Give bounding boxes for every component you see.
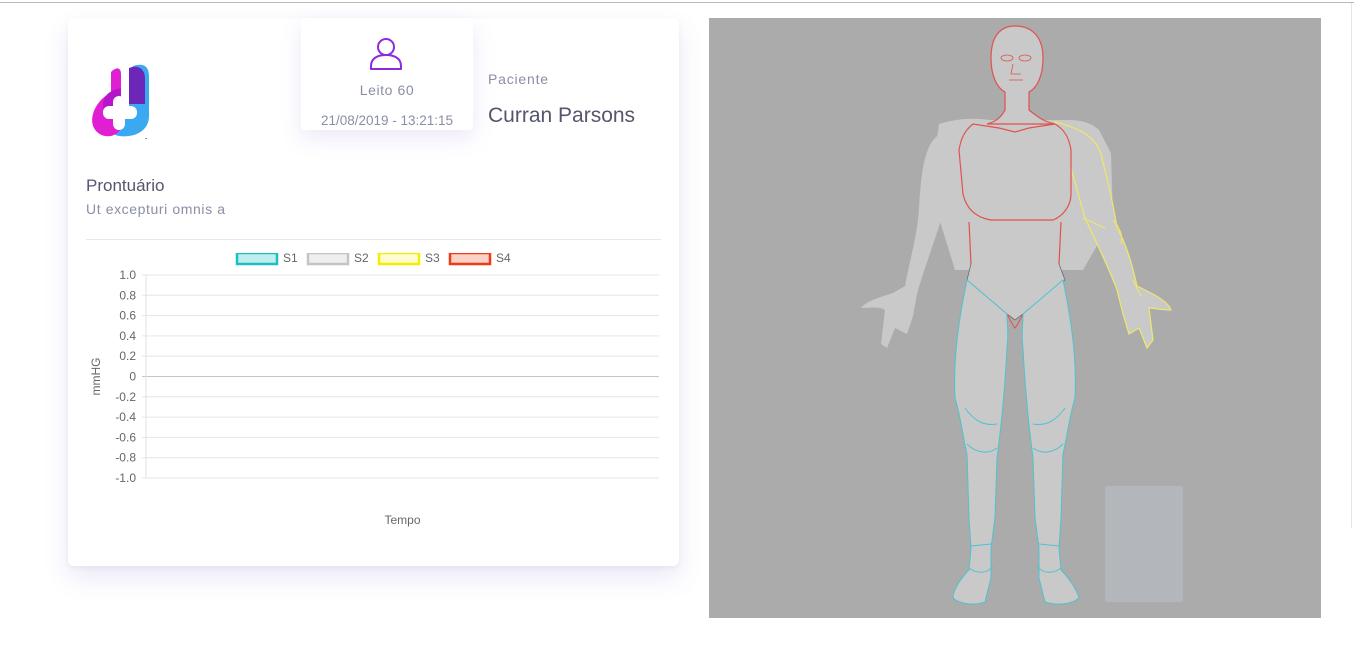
y-tick-label: -1.0: [115, 471, 136, 485]
x-axis-title: Tempo: [384, 513, 420, 527]
top-border: [0, 2, 1354, 3]
y-tick-label: 0.4: [119, 329, 136, 343]
y-tick-label: 0.2: [119, 349, 136, 363]
legend-swatch-s3: [377, 253, 421, 266]
y-tick-label: 1.0: [119, 268, 136, 282]
legend-swatch-s2: [306, 253, 350, 266]
right-scroll-edge: [1351, 3, 1352, 528]
patient-label: Paciente: [488, 71, 549, 87]
legend-label-s4: S4: [496, 253, 511, 265]
patient-name: Curran Parsons: [488, 104, 636, 127]
divider: [86, 239, 661, 240]
record-title: Prontuário: [86, 176, 165, 195]
y-tick-label: -0.6: [115, 430, 136, 444]
bed-label: Leito 60: [359, 82, 415, 98]
y-tick-label: -0.2: [115, 390, 136, 404]
bed-timestamp: 21/08/2019 - 13:21:15: [320, 113, 454, 128]
legend-swatch-s4: [448, 253, 492, 266]
user-outline-icon: [370, 38, 402, 70]
y-tick-label: 0.8: [119, 288, 136, 302]
patient-card: Leito 60 21/08/2019 - 13:21:15 Paciente …: [68, 18, 679, 566]
y-tick-label: 0.6: [119, 309, 136, 323]
legend-label-s3: S3: [425, 253, 440, 265]
legend-label-s1: S1: [283, 253, 298, 265]
y-tick-label: -0.4: [115, 410, 136, 424]
bed-info-box[interactable]: Leito 60 21/08/2019 - 13:21:15: [301, 18, 473, 130]
y-tick-label: -0.8: [115, 451, 136, 465]
body-map-panel: [709, 18, 1321, 618]
pressure-chart: S1 S2 S3 S4 1.0 0.8 0.6 0.4 0.2 0 -0.2 -0.4 -0.6 -0.8…: [89, 253, 659, 527]
legend-swatch-s1: [235, 253, 279, 266]
body-diagram: [861, 25, 1172, 605]
medical-cross-logo: [92, 64, 149, 139]
legend-label-s2: S2: [354, 253, 369, 265]
y-tick-label: 0: [129, 370, 136, 384]
y-axis-title: mmHG: [89, 358, 103, 396]
record-subtitle: Ut excepturi omnis a: [86, 201, 226, 217]
drop-zone[interactable]: [1105, 486, 1183, 602]
